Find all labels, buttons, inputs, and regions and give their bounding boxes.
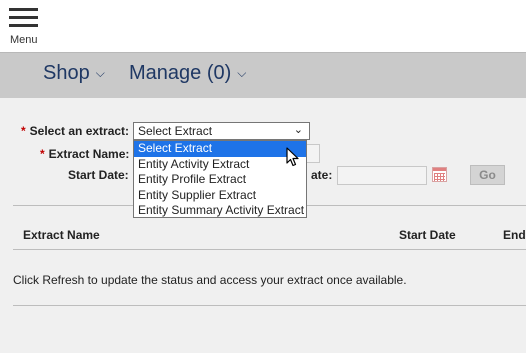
nav-manage[interactable]: Manage (0) ⌵ — [129, 62, 246, 85]
dropdown-option-entity-summary-activity[interactable]: Entity Summary Activity Extract — [134, 203, 306, 219]
nav-manage-label: Manage (0) — [129, 62, 232, 84]
extract-select-value: Select Extract — [138, 124, 213, 138]
dropdown-option-entity-supplier[interactable]: Entity Supplier Extract — [134, 188, 306, 204]
nav-shop[interactable]: Shop ⌵ — [43, 62, 105, 85]
extract-dropdown-list: Select Extract Entity Activity Extract E… — [133, 140, 307, 218]
go-button[interactable]: Go — [470, 165, 505, 185]
calendar-icon[interactable] — [432, 167, 447, 182]
extract-name-label-text: Extract Name: — [48, 147, 130, 161]
hamburger-icon — [9, 8, 38, 11]
nav-shop-label: Shop — [43, 62, 90, 84]
calendar-icon-grid — [434, 173, 445, 181]
start-date-label: Start Date: — [68, 168, 129, 182]
extract-name-label: * Extract Name: — [40, 147, 129, 161]
column-header-extract-name[interactable]: Extract Name — [23, 228, 100, 242]
calendar-icon-header — [433, 168, 446, 171]
chevron-down-icon: ⌄ — [293, 124, 303, 136]
required-marker: * — [40, 147, 45, 161]
hamburger-menu-button[interactable]: Menu — [9, 8, 39, 48]
divider — [13, 249, 526, 250]
top-bar: Menu — [0, 0, 526, 52]
divider — [13, 305, 526, 306]
chevron-down-icon: ⌵ — [237, 66, 247, 81]
dropdown-option-select-extract[interactable]: Select Extract — [134, 141, 306, 157]
hamburger-icon-bar — [9, 24, 38, 27]
required-marker: * — [21, 124, 26, 138]
extract-select[interactable]: Select Extract ⌄ — [133, 122, 310, 140]
end-date-label: ate: — [311, 168, 333, 182]
refresh-info-text: Click Refresh to update the status and a… — [13, 273, 407, 287]
hamburger-icon-bar — [9, 16, 38, 19]
mouse-cursor-icon — [286, 147, 299, 167]
nav-bar: Shop ⌵ Manage (0) ⌵ — [0, 52, 526, 98]
extract-select-label: * Select an extract: — [21, 124, 129, 138]
column-header-end-date[interactable]: End — [503, 228, 526, 242]
dropdown-option-entity-activity[interactable]: Entity Activity Extract — [134, 157, 306, 173]
chevron-down-icon: ⌵ — [95, 66, 105, 81]
extract-select-label-text: Select an extract: — [29, 124, 130, 138]
dropdown-option-entity-profile[interactable]: Entity Profile Extract — [134, 172, 306, 188]
menu-label: Menu — [10, 34, 38, 46]
end-date-input[interactable] — [337, 166, 427, 185]
column-header-start-date[interactable]: Start Date — [399, 228, 456, 242]
